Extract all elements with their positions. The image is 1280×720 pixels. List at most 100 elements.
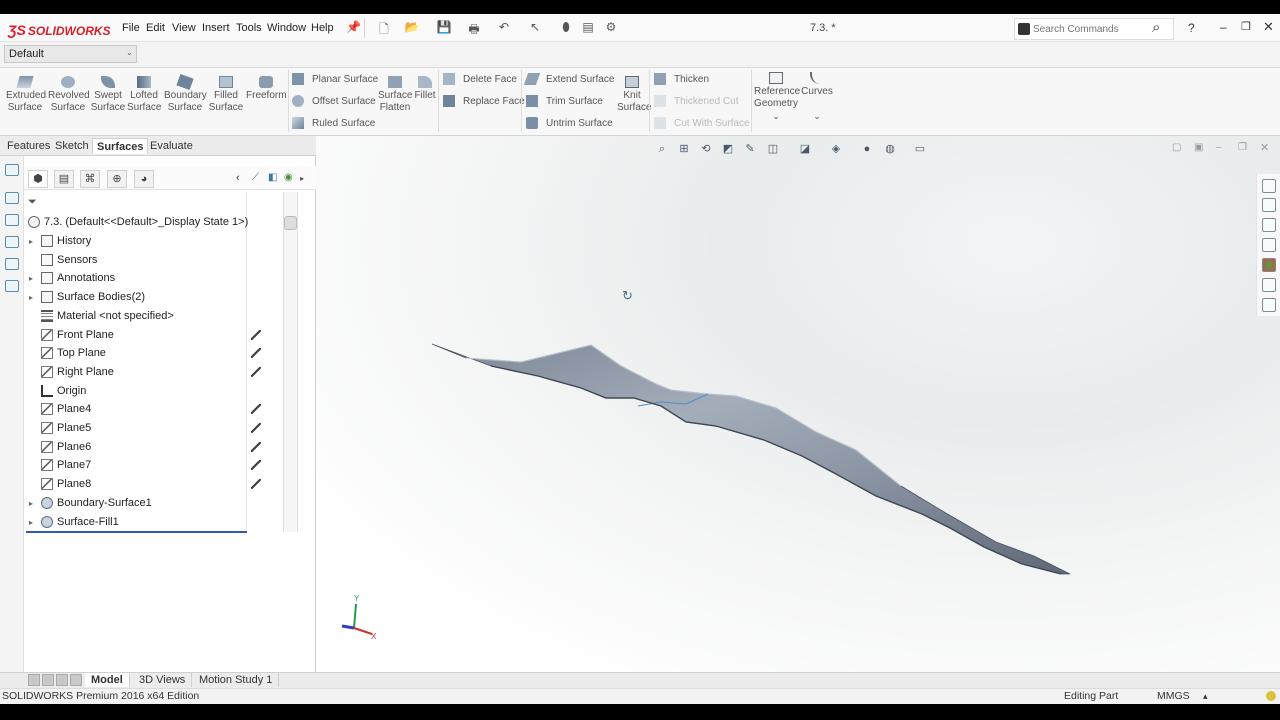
edit-appearance-icon[interactable]: ● — [861, 143, 873, 155]
tree-item[interactable]: Plane7 — [26, 456, 246, 474]
appearances-icon[interactable] — [1262, 258, 1276, 272]
tree-item[interactable]: ▸ Surface Bodies(2) — [26, 288, 246, 306]
boundary-surface-button[interactable]: Boundary Surface — [164, 73, 207, 114]
offset-surface-button[interactable]: Offset Surface — [292, 94, 376, 110]
menu-edit[interactable]: Edit — [146, 22, 165, 34]
app-logo[interactable]: ƷS SOLIDWORKS — [8, 22, 111, 38]
expand-arrow-icon[interactable]: ▸ — [26, 514, 36, 532]
menu-view[interactable]: View — [172, 22, 196, 34]
tree-root[interactable]: 7.3. (Default<<Default>_Display State 1>… — [26, 213, 248, 231]
display-manager-tab[interactable]: ◕ — [134, 170, 154, 188]
sketch-tool-icon[interactable] — [5, 192, 19, 204]
file-explorer-icon[interactable] — [1262, 218, 1276, 232]
chevron-down-icon[interactable]: ⌄ — [800, 110, 834, 122]
view-orientation-icon[interactable]: ◫ — [767, 143, 779, 155]
view-orientation-icon[interactable]: ◧ — [268, 172, 277, 183]
expand-arrow-icon[interactable]: ▸ — [26, 270, 36, 288]
tree-item[interactable]: ▸ Boundary-Surface1 — [26, 494, 246, 512]
viewport-split-icon[interactable]: ▣ — [1194, 142, 1203, 153]
unit-system[interactable]: MMGS — [1157, 689, 1190, 704]
pin-icon[interactable]: 📌 — [346, 20, 361, 34]
previous-view-icon[interactable]: ⟲ — [700, 143, 712, 155]
menu-window[interactable]: Window — [267, 22, 306, 34]
curves-button[interactable]: Curves ⌄ — [800, 72, 834, 122]
hidden-state-icon[interactable] — [251, 330, 261, 340]
search-input[interactable] — [1033, 22, 1153, 37]
dimxpert-tab[interactable]: ⊕ — [107, 170, 127, 188]
lofted-surface-button[interactable]: Lofted Surface — [127, 76, 161, 114]
tree-item[interactable]: ▸ History — [26, 232, 246, 250]
boundary-surface-body[interactable] — [431, 343, 1071, 575]
minimize-icon[interactable]: – — [1220, 20, 1227, 34]
chevron-down-icon[interactable]: ⌄ — [754, 110, 798, 122]
tab-motion-study[interactable]: Motion Study 1 — [193, 673, 280, 687]
configuration-manager-tab[interactable]: ⌘ — [80, 170, 100, 188]
open-icon[interactable]: 📂 — [404, 20, 420, 36]
revolved-surface-button[interactable]: Revolved Surface — [48, 76, 90, 114]
extruded-surface-button[interactable]: Extruded Surface — [6, 76, 46, 114]
tree-item[interactable]: Origin — [26, 382, 246, 400]
tree-scrollbar[interactable] — [283, 192, 298, 532]
feature-tree-tab[interactable]: ⬢ — [28, 170, 48, 188]
search-icon[interactable]: ⌕ — [1152, 19, 1160, 36]
tab-surfaces[interactable]: Surfaces — [92, 138, 149, 154]
hidden-state-icon[interactable] — [251, 367, 261, 377]
extend-surface-button[interactable]: Extend Surface — [523, 72, 614, 88]
design-library-icon[interactable] — [1262, 198, 1276, 212]
tab-features[interactable]: Features — [3, 138, 54, 154]
configuration-select[interactable]: Default — [4, 45, 137, 63]
hidden-state-icon[interactable] — [251, 404, 261, 414]
fillet-button[interactable]: Fillet — [414, 76, 436, 102]
freeform-button[interactable]: Freeform — [246, 76, 287, 102]
section-view-icon[interactable]: ◩ — [722, 143, 734, 155]
next-tab-icon[interactable] — [56, 674, 68, 686]
help-icon[interactable]: ? — [1188, 21, 1195, 35]
hidden-state-icon[interactable] — [251, 460, 261, 470]
planar-surface-button[interactable]: Planar Surface — [292, 72, 378, 88]
options-gear-icon[interactable]: ⚙ — [603, 20, 619, 36]
trim-surface-button[interactable]: Trim Surface — [526, 94, 603, 110]
tab-evaluate[interactable]: Evaluate — [146, 138, 197, 154]
appearance-icon[interactable] — [5, 258, 19, 270]
tree-item[interactable]: ▸ Surface-Fill1 — [26, 513, 246, 531]
tree-item[interactable]: Plane8 — [26, 475, 246, 493]
zoom-to-area-icon[interactable]: ⊞ — [678, 143, 690, 155]
view-palette-icon[interactable] — [1262, 238, 1276, 252]
display-style-icon[interactable]: ◪ — [799, 143, 811, 155]
curve-tool-icon[interactable] — [5, 236, 19, 248]
viewport-close-icon[interactable]: ✕ — [1260, 141, 1269, 154]
select-icon[interactable]: ↖ — [527, 20, 543, 36]
tree-item[interactable]: Material <not specified> — [26, 307, 246, 325]
menu-insert[interactable]: Insert — [202, 22, 230, 34]
feature-manager-icon[interactable] — [5, 164, 19, 176]
undo-icon[interactable]: ↶ — [496, 20, 512, 36]
untrim-surface-button[interactable]: Untrim Surface — [526, 116, 613, 132]
tree-item[interactable]: Sensors — [26, 251, 246, 269]
viewport-restore-icon[interactable]: ❐ — [1238, 142, 1247, 153]
menu-help[interactable]: Help — [311, 22, 334, 34]
menu-tools[interactable]: Tools — [236, 22, 262, 34]
tree-item[interactable]: Plane4 — [26, 400, 246, 418]
surface-flatten-button[interactable]: Surface Flatten — [378, 76, 412, 114]
expand-arrow-icon[interactable]: ▸ — [26, 289, 36, 307]
thicken-button[interactable]: Thicken — [654, 72, 709, 88]
apply-scene-icon[interactable]: ◍ — [884, 143, 896, 155]
ruled-surface-button[interactable]: Ruled Surface — [292, 116, 375, 132]
first-tab-icon[interactable] — [28, 674, 40, 686]
tab-model[interactable]: Model — [85, 673, 130, 687]
hide-show-icon[interactable]: ⟋ — [252, 172, 259, 183]
tree-item[interactable]: ▸ Annotations — [26, 269, 246, 287]
viewport-minimize-icon[interactable]: – — [1216, 142, 1222, 153]
property-manager-tab[interactable]: ▤ — [54, 170, 74, 188]
tree-item[interactable]: Right Plane — [26, 363, 246, 381]
view-settings-icon[interactable]: ▭ — [914, 143, 926, 155]
forum-icon[interactable] — [1262, 298, 1276, 312]
rebuild-status-icon[interactable] — [1266, 691, 1276, 701]
tab-sketch[interactable]: Sketch — [51, 138, 93, 154]
hide-show-items-icon[interactable]: ◈ — [830, 143, 842, 155]
menu-file[interactable]: File — [122, 22, 140, 34]
delete-face-button[interactable]: Delete Face — [443, 72, 517, 88]
tab-3d-views[interactable]: 3D Views — [133, 673, 193, 687]
tree-item[interactable]: Top Plane — [26, 344, 246, 362]
tree-item[interactable]: Plane6 — [26, 438, 246, 456]
